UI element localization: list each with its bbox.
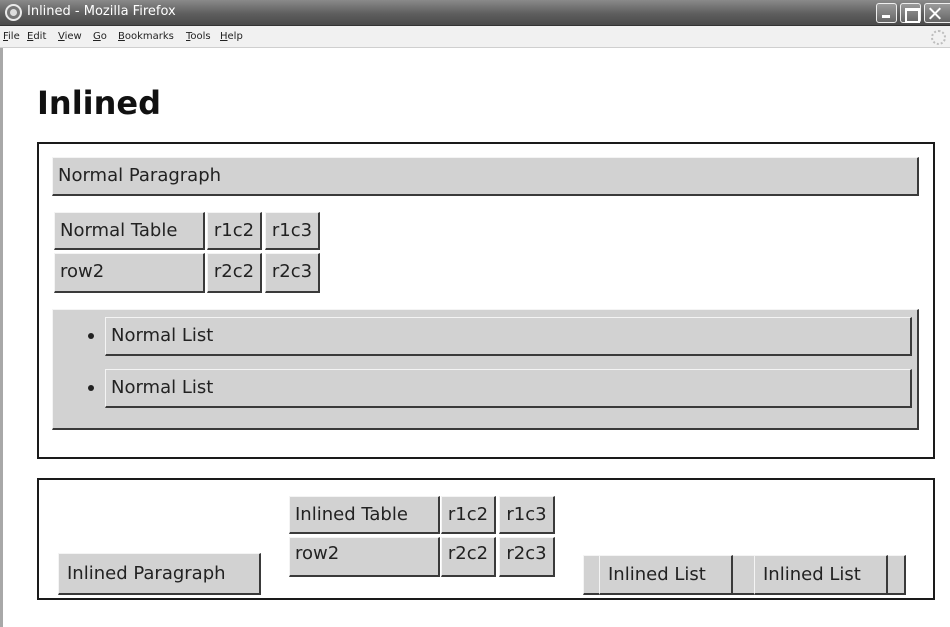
table-cell: r2c3: [499, 537, 555, 577]
list-item: Inlined List: [754, 555, 888, 595]
bullet-icon: [88, 333, 94, 339]
bullet-icon: [88, 385, 94, 391]
table-cell: row2: [289, 537, 440, 577]
throbber-icon: [931, 30, 946, 45]
page-title: Inlined: [37, 84, 162, 122]
table-cell: r1c3: [265, 212, 320, 250]
menu-bar: File Edit View Go Bookmarks Tools Help: [0, 26, 950, 48]
table-cell: r2c2: [441, 537, 496, 577]
list-item: Inlined List: [599, 555, 733, 595]
table-cell: Normal Table: [54, 212, 205, 250]
close-icon[interactable]: [924, 3, 950, 23]
maximize-icon[interactable]: [900, 3, 921, 23]
table-cell: r2c3: [265, 253, 320, 293]
table-cell: r1c2: [441, 496, 496, 534]
normal-paragraph: Normal Paragraph: [52, 157, 919, 196]
title-bar: Inlined - Mozilla Firefox: [0, 0, 950, 26]
table-cell: r2c2: [207, 253, 262, 293]
menu-help[interactable]: Help: [220, 31, 243, 42]
menu-edit[interactable]: Edit: [27, 31, 46, 42]
menu-bookmarks[interactable]: Bookmarks: [118, 31, 174, 42]
window-title: Inlined - Mozilla Firefox: [27, 4, 176, 19]
minimize-icon[interactable]: [876, 3, 897, 23]
table-cell: Inlined Table: [289, 496, 440, 534]
table-cell: r1c3: [499, 496, 555, 534]
menu-tools[interactable]: Tools: [186, 31, 211, 42]
table-cell: row2: [54, 253, 205, 293]
window-border: [0, 48, 3, 627]
list-item: Normal List: [105, 369, 912, 408]
firefox-icon: [5, 4, 22, 21]
menu-view[interactable]: View: [58, 31, 82, 42]
inlined-paragraph: Inlined Paragraph: [58, 553, 261, 595]
menu-file[interactable]: File: [3, 31, 20, 42]
menu-go[interactable]: Go: [93, 31, 107, 42]
table-cell: r1c2: [207, 212, 262, 250]
list-item: Normal List: [105, 317, 912, 356]
